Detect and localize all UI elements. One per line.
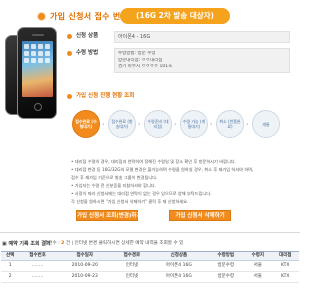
table-cell: 1: [1, 260, 20, 272]
table-cell: KTX: [271, 260, 299, 272]
column-header: 대리점: [271, 251, 299, 261]
notice-item: • 대리점 변경 등 16G/32G의 모델 변경은 불가능하며 수령을 원하실…: [71, 167, 254, 172]
app-icons-grid: [24, 44, 52, 63]
column-header: 수령지: [244, 251, 272, 261]
table-cell: 인터넷: [113, 271, 151, 283]
notice-list: • 대리점 수령의 경우, 대리점과 연락하여 정해진 수령일 및 장소 확인 …: [71, 158, 293, 206]
column-header: 수령방법: [207, 251, 245, 261]
table-cell: 2010-09-23: [55, 271, 114, 283]
results-header: ▣ 예약 기록 조회 결과 총건수 : 2 건 | 인터넷 변경 클릭하시면 상…: [0, 240, 300, 250]
table-cell: 아이폰4 16G: [150, 260, 208, 272]
product-label: 신청 상품: [76, 33, 99, 39]
phone-front-image: [17, 27, 57, 119]
notice-item: 각 신청을 원하시면 "가입 신청서 삭제하기" 클릭 후 재 신청하세요.: [71, 199, 189, 204]
column-header: 접수번호: [19, 251, 56, 261]
iphone-image: [5, 27, 57, 121]
results-table: 선택 접수번호 접수일자 접수경로 신청상품 수령방법 수령지 대리점 1 ..…: [1, 251, 299, 283]
summary-count: 2: [61, 241, 65, 246]
method-label: 수령 방법: [76, 50, 99, 56]
phone-screen: [22, 41, 53, 97]
phone-home-button: [34, 103, 42, 111]
notice-item: • 사정이 따라 신청서에는 대리점 연락이 없는 경우 있으므로 양해 부탁드…: [71, 191, 212, 196]
step-cancel: 취소 (반품완료): [216, 110, 244, 138]
arrow-right-icon: ›: [210, 121, 213, 128]
table-header-row: 선택 접수번호 접수일자 접수경로 신청상품 수령방법 수령지 대리점: [1, 251, 299, 261]
column-header: 접수일자: [55, 251, 114, 261]
step-ready: 수령 가능 (개통대기): [180, 110, 208, 138]
results-summary: 총건수 : 2 건 | 인터넷 변경 클릭하시면 상세한 예약 내역을 조회할 …: [44, 241, 183, 247]
table-cell: 2: [1, 271, 20, 283]
column-header: 접수경로: [113, 251, 151, 261]
method-line: 경기 파주시 ㅇㅇㅇㅇ 101호: [118, 64, 173, 69]
method-value: 수령방법: 방문 수령 방문대리점: ㅇㅇ대리점 경기 파주시 ㅇㅇㅇㅇ 101…: [114, 48, 290, 73]
receipt-number-link[interactable]: ........: [19, 260, 56, 272]
arrow-right-icon: ›: [174, 121, 177, 128]
notice-item: • 가입자는 수령 전 신분증을 지참하셔야 합니다.: [71, 183, 156, 188]
progress-steps: 접수완료 (수령대기) › 접수완료 (발송대기) › 수령준비 (대리점) ›…: [72, 110, 282, 148]
table-cell: 방문수령: [207, 260, 245, 272]
edit-application-button[interactable]: 가입 신청서 조회(변경)하기: [76, 210, 142, 221]
step-store-prep: 수령준비 (대리점): [144, 110, 172, 138]
step-received: 접수완료 (수령대기): [72, 110, 100, 138]
bullet-icon: [67, 34, 72, 39]
table-cell: 방문수령: [207, 271, 245, 283]
step-activation: 개통: [252, 110, 280, 138]
method-row: 수령 방법 수령방법: 방문 수령 방문대리점: ㅇㅇ대리점 경기 파주시 ㅇㅇ…: [67, 46, 292, 76]
product-value: 아이폰4 - 16G: [114, 31, 290, 43]
arrow-right-icon: ›: [138, 121, 141, 128]
bullet-icon: [67, 51, 72, 56]
steps-title-row: 가입 신청 진행 현황 조회: [67, 90, 267, 102]
receipt-number-link[interactable]: ........: [19, 271, 56, 283]
step-shipping-wait: 접수완료 (발송대기): [108, 110, 136, 138]
header-bullet-icon: [37, 12, 46, 21]
table-cell: 서울: [244, 260, 272, 272]
column-header: 선택: [1, 251, 20, 261]
notice-item: • 대리점 수령의 경우, 대리점과 연락하여 정해진 수령일 및 장소 확인 …: [71, 159, 236, 164]
summary-suffix: 건 | 인터넷 변경 클릭하시면 상세한 예약 내역을 조회할 수 있: [65, 241, 184, 246]
action-buttons: 가입 신청서 조회(변경)하기 가입 신청서 삭제하기: [76, 210, 276, 222]
page-header: 가입 신청서 접수 번호 (16G 2차 발송 대상자): [10, 7, 290, 27]
table-cell: 2010-09-20: [55, 260, 114, 272]
delete-application-button[interactable]: 가입 신청서 삭제하기: [169, 210, 231, 221]
arrow-right-icon: ›: [102, 121, 105, 128]
phone-speaker: [32, 34, 44, 36]
table-cell: 서울: [244, 271, 272, 283]
column-header: 신청상품: [150, 251, 208, 261]
steps-title: 가입 신청 진행 현황 조회: [76, 93, 135, 99]
table-cell: 인터넷: [113, 260, 151, 272]
summary-prefix: 총건수 :: [44, 241, 60, 246]
section-divider: [0, 232, 300, 233]
table-row[interactable]: 1 ........ 2010-09-20 인터넷 아이폰4 16G 방문수령 …: [1, 260, 299, 272]
arrow-right-icon: ›: [246, 121, 249, 128]
status-badge: (16G 2차 발송 대상자): [120, 8, 230, 24]
page-title: 가입 신청서 접수 번호: [50, 12, 129, 21]
bullet-icon: [67, 94, 72, 99]
application-info: 신청 상품 아이폰4 - 16G 수령 방법 수령방법: 방문 수령 방문대리점…: [67, 29, 292, 76]
table-cell: KTX: [271, 271, 299, 283]
product-row: 신청 상품 아이폰4 - 16G: [67, 29, 292, 46]
table-cell: 아이폰4 16G: [150, 271, 208, 283]
table-row[interactable]: 2 ........ 2010-09-23 인터넷 아이폰4 16G 방문수령 …: [1, 271, 299, 283]
notice-item: 접수 후 재가입 기준으로 발송 그룹이 변경됩니다.: [71, 175, 158, 180]
